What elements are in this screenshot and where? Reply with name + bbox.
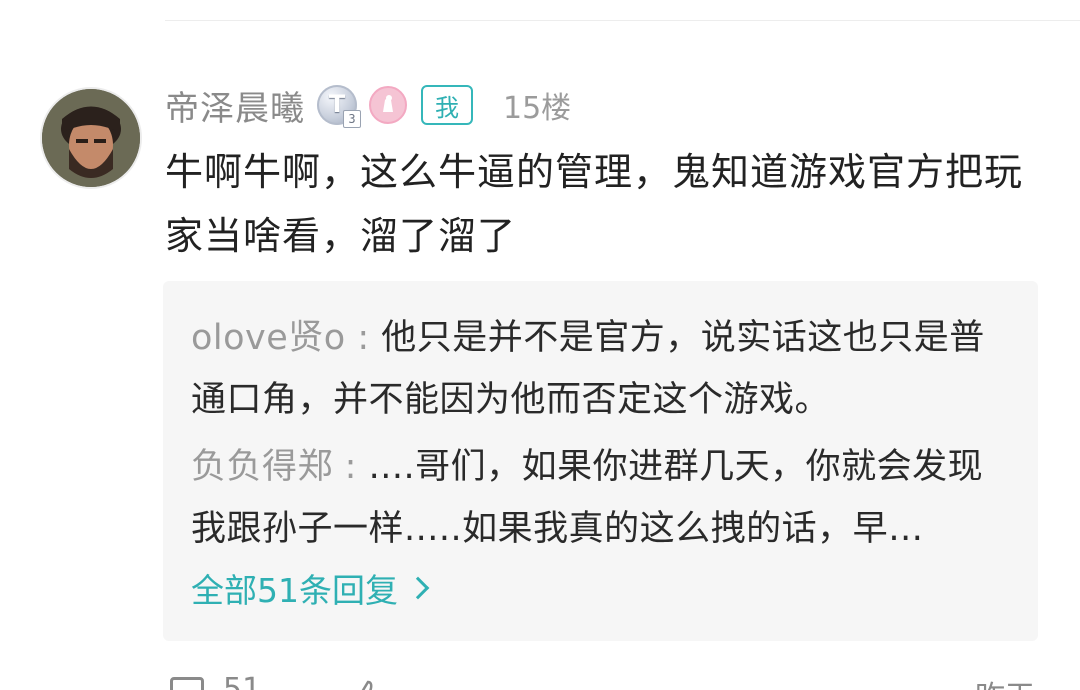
reply-author[interactable]: olove贤o bbox=[191, 318, 346, 358]
me-tag: 我 bbox=[421, 85, 473, 125]
comment-header: 帝泽晨曦 T 3 我 15楼 bbox=[165, 81, 572, 130]
reply-separator: : bbox=[333, 447, 369, 487]
thumbs-up-icon[interactable] bbox=[350, 678, 380, 690]
anniversary-badge-icon[interactable] bbox=[369, 86, 407, 124]
divider bbox=[165, 20, 1080, 21]
replies-panel[interactable]: olove贤o : 他只是并不是官方，说实话这也只是普通口角，并不能因为他而否定… bbox=[163, 281, 1038, 641]
floor-number: 15楼 bbox=[503, 91, 572, 126]
action-bar: 51 昨天 bbox=[165, 672, 1045, 690]
avatar-image bbox=[42, 89, 140, 187]
timestamp: 昨天 bbox=[975, 672, 1035, 690]
see-all-label: 全部51条回复 bbox=[191, 571, 398, 610]
reply-separator: : bbox=[345, 318, 382, 358]
reply-item[interactable]: 负负得郑 : ....哥们，如果你进群几天，你就会发现我跟孙子一样.....如果… bbox=[191, 436, 1006, 560]
see-all-replies-link[interactable]: 全部51条回复 bbox=[191, 564, 430, 612]
level-badge-icon[interactable]: T 3 bbox=[317, 85, 361, 128]
comment-thread: 帝泽晨曦 T 3 我 15楼 牛啊牛啊，这么牛逼的管理，鬼知道游戏官方把玩家当啥… bbox=[0, 0, 1080, 690]
reply-item[interactable]: olove贤o : 他只是并不是官方，说实话这也只是普通口角，并不能因为他而否定… bbox=[191, 307, 1006, 431]
avatar[interactable] bbox=[42, 89, 140, 187]
reply-author[interactable]: 负负得郑 bbox=[191, 447, 333, 487]
chevron-right-icon bbox=[406, 576, 430, 600]
reply-count: 51 bbox=[223, 672, 262, 690]
comment-icon[interactable] bbox=[170, 677, 204, 690]
username[interactable]: 帝泽晨曦 bbox=[165, 81, 305, 130]
comment-text: 牛啊牛啊，这么牛逼的管理，鬼知道游戏官方把玩家当啥看，溜了溜了 bbox=[165, 150, 1024, 258]
